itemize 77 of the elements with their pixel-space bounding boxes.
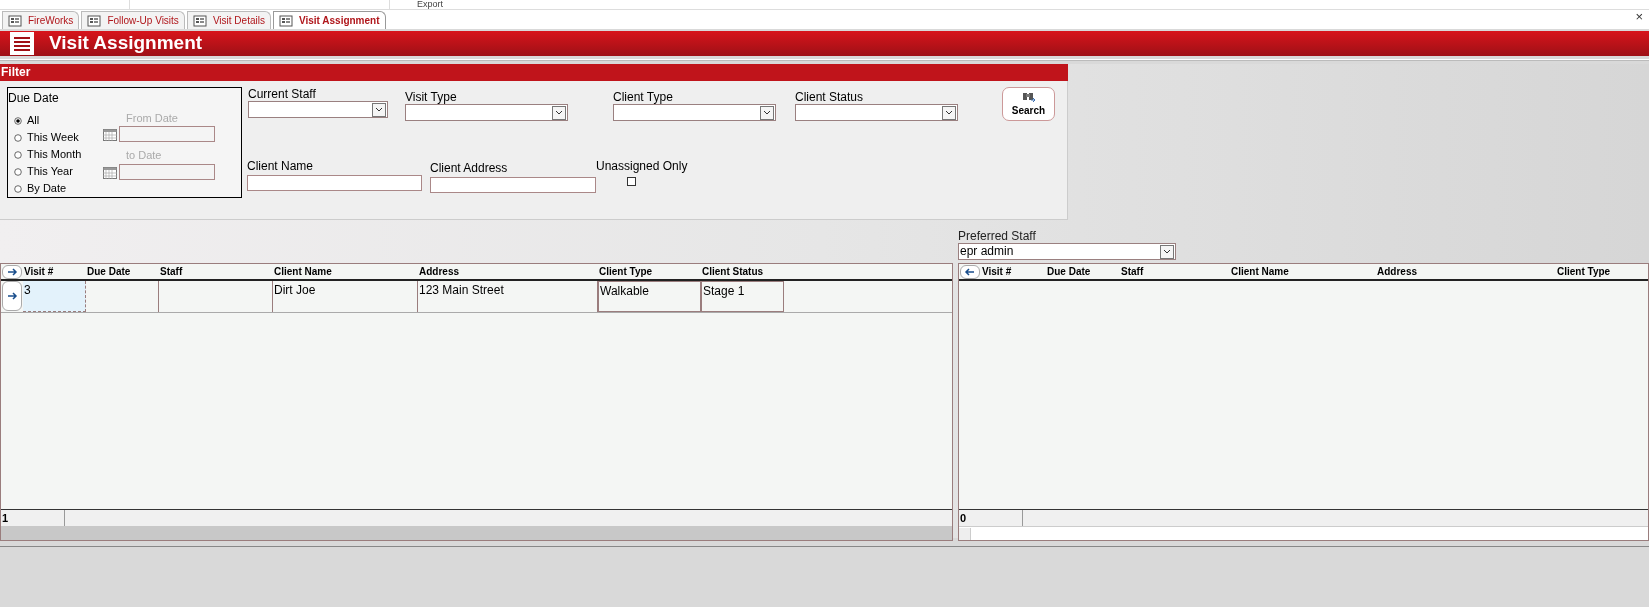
column-header: Due Date	[1046, 265, 1092, 279]
table-cell: Stage 1	[701, 281, 784, 312]
form-icon	[8, 13, 22, 28]
date-label: to Date	[126, 148, 162, 163]
calendar-icon[interactable]	[103, 129, 117, 141]
table-cell: 3	[23, 281, 86, 312]
column-header: Address	[418, 265, 460, 279]
field-label: Client Type	[613, 90, 674, 104]
chevron-down-icon[interactable]	[1160, 244, 1174, 259]
radio-label: This Year	[27, 164, 73, 180]
document-tab[interactable]: Visit Assignment	[272, 11, 386, 29]
radio-label: This Month	[27, 147, 82, 163]
document-tab[interactable]: Visit Details	[186, 11, 271, 29]
field-label: Client Status	[795, 90, 865, 104]
text-field[interactable]	[247, 175, 422, 191]
dropdown[interactable]	[248, 101, 388, 118]
search-button[interactable]: Search	[1002, 87, 1055, 121]
table-cell: 123 Main Street	[418, 281, 598, 312]
radio-button[interactable]	[14, 116, 22, 125]
dropdown[interactable]	[795, 104, 958, 121]
radio-button[interactable]	[14, 184, 22, 193]
ribbon-group-label: Export	[416, 0, 444, 9]
form-icon	[278, 13, 293, 28]
dropdown[interactable]	[405, 104, 568, 121]
staff-dropdown[interactable]: epr admin	[958, 243, 1176, 260]
column-header: Visit #	[981, 265, 1013, 279]
field-label: Visit Type	[405, 90, 458, 104]
column-header: Client Status	[701, 265, 765, 279]
field-label: Current Staff	[248, 87, 317, 101]
column-header: Client Type	[598, 265, 654, 279]
column-header: Due Date	[86, 265, 132, 279]
table-cell: Walkable	[598, 281, 701, 312]
chevron-down-icon[interactable]	[760, 105, 774, 120]
radio-label: All	[27, 113, 40, 129]
field-label: Client Address	[430, 161, 509, 175]
radio-label: By Date	[27, 181, 67, 197]
horizontal-scrollbar[interactable]	[959, 526, 1648, 540]
radio-button[interactable]	[14, 150, 22, 159]
table-cell: Dirt Joe	[273, 281, 418, 312]
radio-label: This Week	[27, 130, 79, 146]
column-header: Visit #	[23, 265, 55, 279]
binoculars-icon	[1021, 90, 1036, 103]
form-icon	[87, 13, 102, 28]
form-title: Visit Assignment	[49, 31, 203, 56]
arrow-right-icon	[5, 290, 19, 302]
checkbox[interactable]	[627, 177, 637, 186]
column-header: Client Name	[1230, 265, 1290, 279]
chevron-down-icon[interactable]	[552, 105, 566, 120]
radio-button[interactable]	[14, 167, 22, 176]
text-field[interactable]	[430, 177, 596, 193]
column-header: Client Name	[273, 265, 333, 279]
field-label: Client Name	[247, 159, 315, 173]
form-icon	[192, 13, 207, 28]
calendar-icon[interactable]	[103, 167, 117, 179]
dropdown[interactable]	[613, 104, 776, 121]
arrow-button[interactable]	[960, 264, 980, 279]
date-label: From Date	[126, 111, 178, 126]
column-header: Address	[1376, 265, 1418, 279]
chevron-down-icon[interactable]	[942, 105, 956, 120]
close-button[interactable]: ×	[1635, 10, 1643, 24]
field-label: Preferred Staff	[958, 229, 1037, 243]
record-selector[interactable]	[2, 281, 22, 311]
logo	[10, 32, 34, 55]
group-label: Due Date	[8, 90, 59, 107]
filter-header: Filter	[0, 64, 1068, 81]
radio-button[interactable]	[14, 133, 22, 142]
checkbox-label: Unassigned Only	[596, 159, 688, 173]
arrow-right-icon	[5, 265, 19, 278]
column-header: Client Type	[1556, 265, 1612, 279]
document-tab[interactable]: FireWorks	[2, 11, 80, 29]
column-header: Staff	[159, 265, 184, 279]
dropdown-value: epr admin	[959, 244, 1015, 259]
arrow-button[interactable]	[2, 264, 22, 279]
column-header: Staff	[1120, 265, 1145, 279]
chevron-down-icon[interactable]	[372, 102, 386, 117]
document-tab[interactable]: Follow-Up Visits	[81, 11, 185, 29]
arrow-left-icon	[963, 265, 977, 278]
